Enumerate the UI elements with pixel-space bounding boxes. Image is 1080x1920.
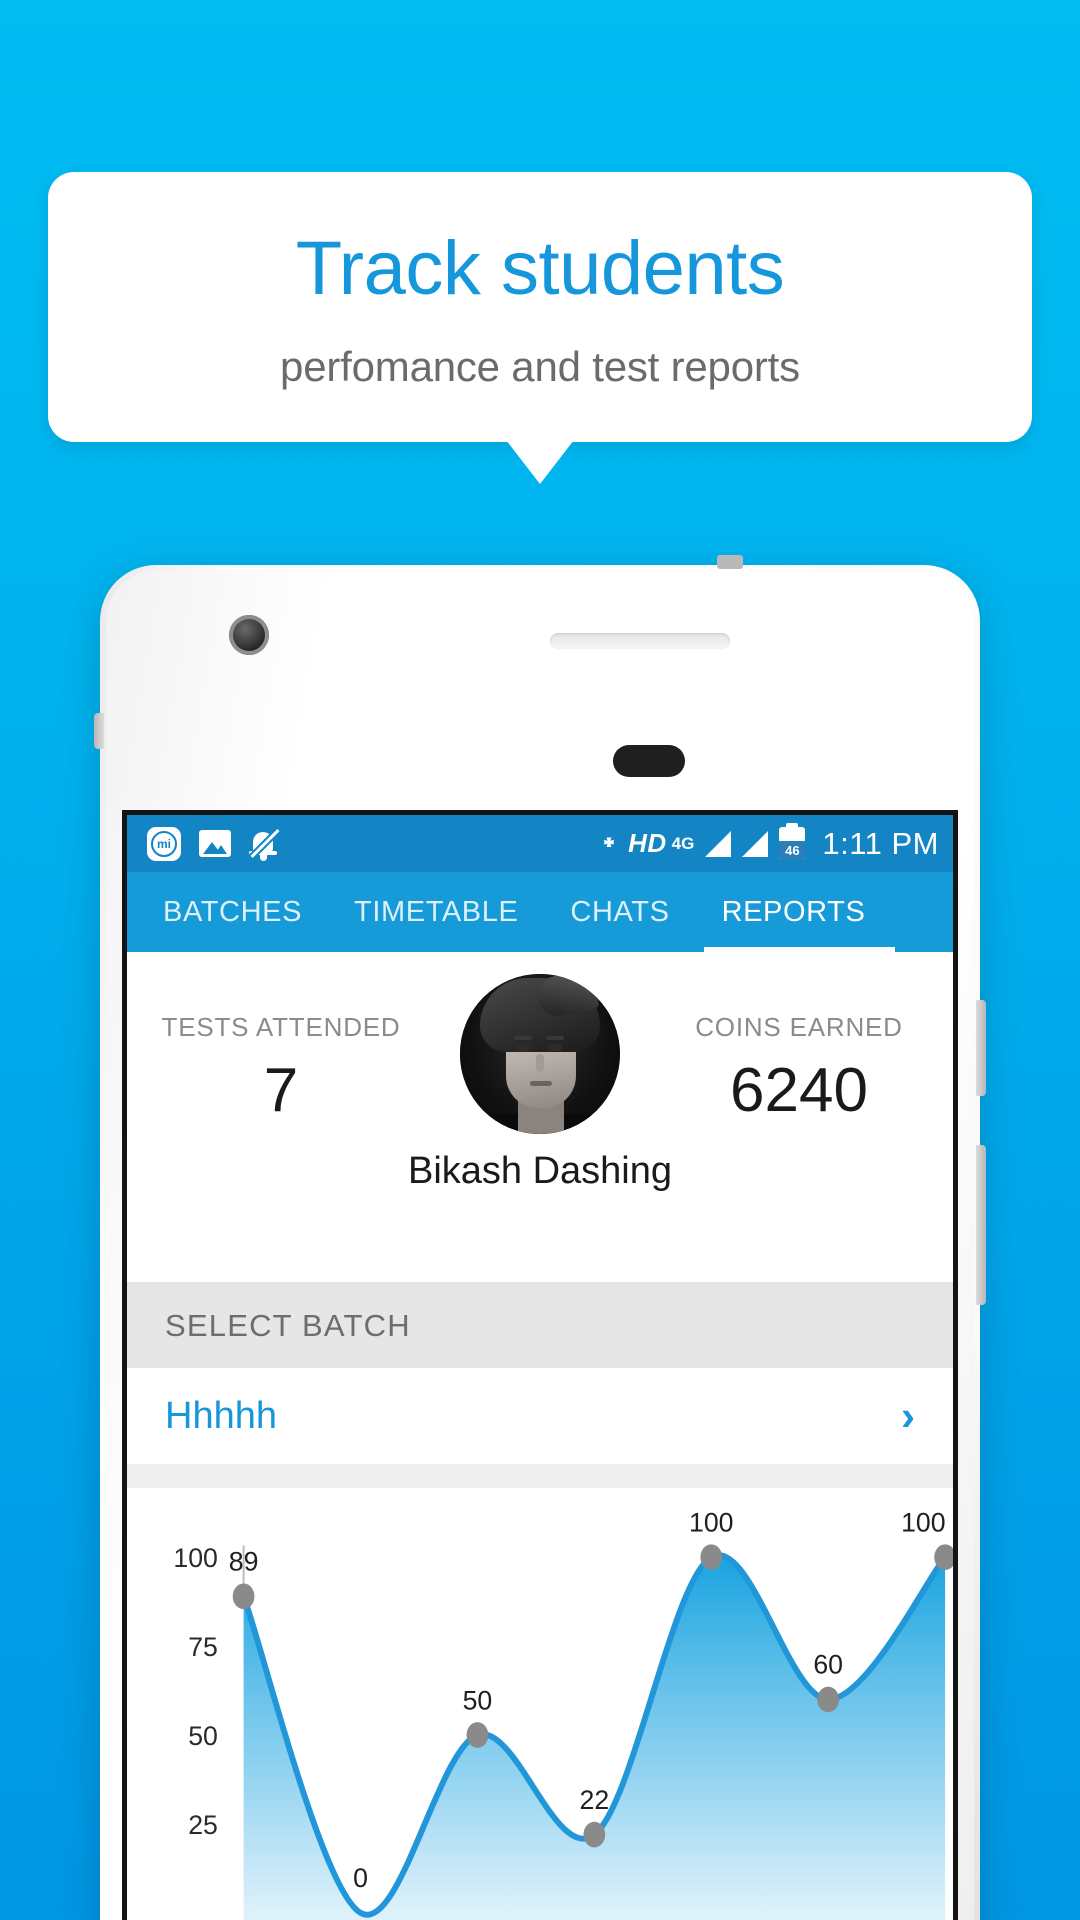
- bell-body: [249, 831, 277, 855]
- chart-data-point[interactable]: [583, 1821, 606, 1848]
- front-camera-icon: [229, 615, 269, 655]
- status-bar-right-icons: ᛭ HD 4G 46 1:11 PM: [600, 823, 939, 862]
- coins-earned-label: COINS EARNED: [695, 1012, 903, 1042]
- status-bar: mi ᛭ HD 4G 46 1:11 PM: [127, 815, 953, 872]
- tab-reports[interactable]: REPORTS: [696, 872, 896, 952]
- status-bar-left-icons: mi: [147, 826, 280, 861]
- signal-bars-icon-2: [742, 830, 769, 857]
- y-axis-tick-label: 100: [173, 1543, 217, 1573]
- tab-batches[interactable]: BATCHES: [137, 872, 328, 952]
- avatar-brow-left: [513, 1036, 532, 1040]
- bell-mute-icon: [249, 828, 280, 861]
- photo-icon: [199, 830, 231, 857]
- batch-selector-row[interactable]: Hhhhh ›: [127, 1368, 953, 1464]
- avatar: [459, 974, 620, 1134]
- hd-call-label: HD: [628, 828, 667, 858]
- chart-point-label: 89: [229, 1547, 259, 1577]
- chart-point-label: 22: [580, 1785, 610, 1815]
- earpiece-speaker: [550, 633, 730, 649]
- phone-screen: mi ᛭ HD 4G 46 1:11 PM BATCHES TIMETABLE …: [122, 810, 958, 1920]
- bell-clapper: [260, 854, 267, 861]
- volume-button[interactable]: [976, 1145, 986, 1305]
- chart-area-fill: [243, 1555, 946, 1920]
- tab-bar: BATCHES TIMETABLE CHATS REPORTS: [127, 872, 953, 952]
- performance-chart-svg: 100 75 50 25 89 0 50 22 100 60 100: [173, 1507, 953, 1920]
- select-batch-header: SELECT BATCH: [127, 1284, 953, 1368]
- promo-callout: Track students perfomance and test repor…: [48, 172, 1032, 442]
- avatar-eye-right: [547, 1044, 562, 1051]
- phone-mockup: mi ᛭ HD 4G 46 1:11 PM BATCHES TIMETABLE …: [94, 555, 986, 1920]
- bluetooth-icon: ᛭: [600, 828, 618, 858]
- chart-point-label: 50: [463, 1685, 493, 1715]
- chart-point-label: 60: [813, 1650, 843, 1680]
- profile-name: Bikash Dashing: [407, 1150, 673, 1192]
- mi-app-icon: mi: [147, 826, 181, 861]
- proximity-sensor: [613, 745, 685, 777]
- y-axis-tick-label: 75: [188, 1632, 218, 1662]
- tab-chats[interactable]: CHATS: [544, 872, 695, 952]
- chart-point-label: 100: [901, 1507, 945, 1537]
- chart-data-point[interactable]: [817, 1686, 840, 1713]
- performance-chart: 100 75 50 25 89 0 50 22 100 60 100: [127, 1488, 953, 1920]
- power-button[interactable]: [976, 1000, 986, 1096]
- profile-summary-card: TESTS ATTENDED 7 Bikash Dashing COINS EA…: [127, 952, 953, 1282]
- profile-avatar-block: Bikash Dashing: [408, 974, 672, 1193]
- y-axis-tick-label: 50: [188, 1721, 218, 1751]
- coins-earned-value: 6240: [730, 1056, 868, 1125]
- chart-point-label: 0: [353, 1863, 368, 1893]
- chart-data-point[interactable]: [466, 1722, 489, 1748]
- promo-callout-tail: [506, 440, 574, 484]
- promo-headline: Track students: [295, 226, 785, 312]
- chart-point-label: 100: [689, 1507, 733, 1537]
- chevron-right-icon[interactable]: ›: [901, 1395, 915, 1437]
- promo-subheadline: perfomance and test reports: [280, 342, 800, 390]
- mi-app-icon-ring: mi: [151, 830, 177, 857]
- signal-bars-icon: [705, 830, 732, 857]
- network-type-label: 4G: [671, 833, 695, 853]
- coins-earned-stat: COINS EARNED 6240: [679, 1012, 919, 1126]
- battery-level-label: 46: [779, 841, 806, 860]
- battery-icon: 46: [779, 823, 806, 860]
- chart-data-point[interactable]: [232, 1583, 255, 1610]
- phone-left-nub: [94, 713, 104, 749]
- tests-attended-value: 7: [263, 1056, 299, 1125]
- y-axis-tick-label: 25: [188, 1810, 218, 1840]
- selected-batch-label: Hhhhh: [165, 1394, 277, 1437]
- phone-top-nub: [717, 555, 743, 569]
- avatar-eye-left: [515, 1044, 530, 1051]
- tests-attended-label: TESTS ATTENDED: [161, 1012, 401, 1042]
- tab-timetable[interactable]: TIMETABLE: [328, 872, 544, 952]
- status-bar-clock: 1:11 PM: [822, 825, 939, 861]
- chart-render-group: 100 75 50 25 89 0 50 22 100 60 100: [173, 1507, 953, 1920]
- avatar-mouth: [529, 1081, 552, 1086]
- chart-data-point[interactable]: [700, 1544, 723, 1571]
- avatar-nose: [535, 1054, 544, 1072]
- tests-attended-stat: TESTS ATTENDED 7: [161, 1012, 401, 1126]
- chart-top-strip: [127, 1464, 953, 1488]
- avatar-brow-right: [545, 1036, 564, 1040]
